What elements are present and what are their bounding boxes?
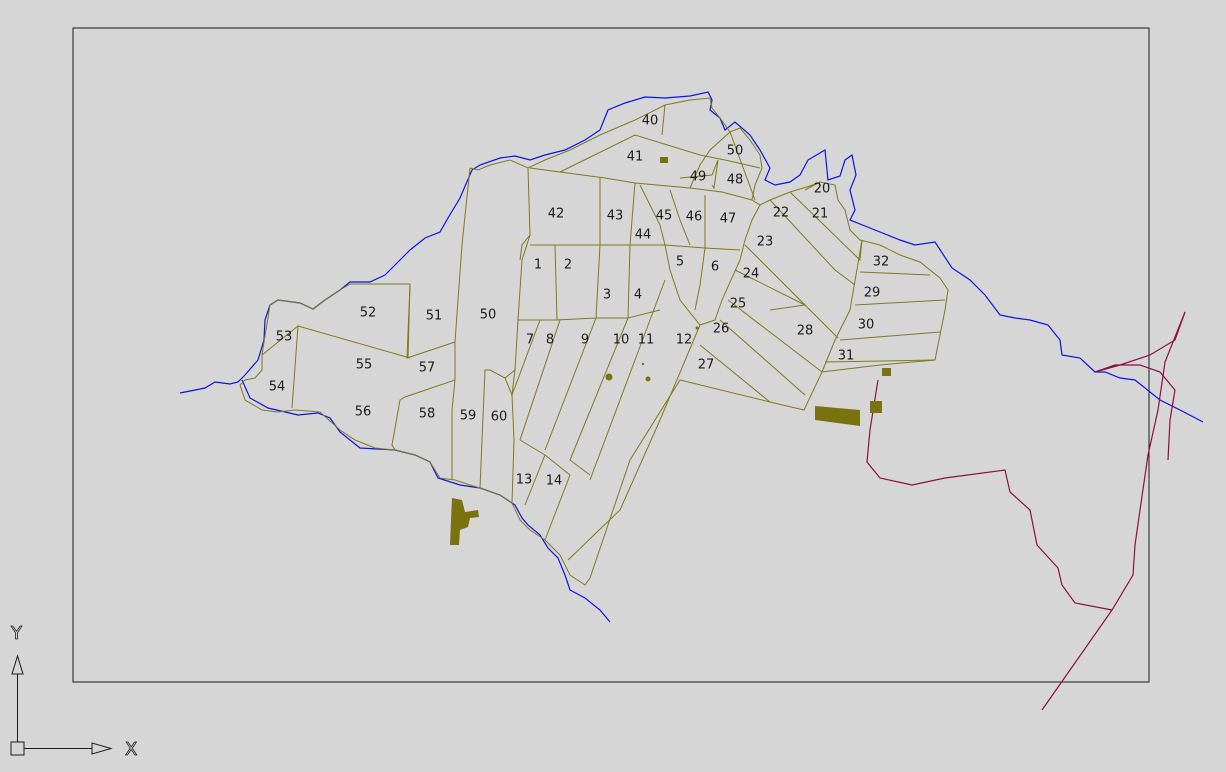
parcel-label-22[interactable]: 22 [773,206,790,221]
parcel-label-53[interactable]: 53 [276,330,293,345]
parcel-label-12[interactable]: 12 [676,333,693,348]
parcel-label-45[interactable]: 45 [656,209,673,224]
parcel-label-56[interactable]: 56 [355,405,372,420]
parcel-label-14[interactable]: 14 [546,474,563,489]
parcel-label-1[interactable]: 1 [534,258,542,273]
parcel-label-57[interactable]: 57 [419,361,436,376]
parcel-label-9[interactable]: 9 [581,333,589,348]
parcel-label-43[interactable]: 43 [607,209,624,224]
parcel-label-13[interactable]: 13 [516,473,533,488]
parcel-label-25[interactable]: 25 [730,297,747,312]
parcel-label-26[interactable]: 26 [713,322,730,337]
parcel-label-40[interactable]: 40 [642,114,659,129]
parcel-label-3[interactable]: 3 [603,288,611,303]
parcel-label-51[interactable]: 51 [426,309,443,324]
parcel-label-58[interactable]: 58 [419,407,436,422]
parcel-label-5[interactable]: 5 [676,255,684,270]
parcel-label-30[interactable]: 30 [858,318,875,333]
parcel-label-59[interactable]: 59 [460,409,477,424]
parcel-label-47[interactable]: 47 [720,212,737,227]
parcel-label-2[interactable]: 2 [564,258,572,273]
ucs-icon [10,654,113,756]
parcel-label-41[interactable]: 41 [627,150,644,165]
parcel-label-27[interactable]: 27 [698,358,715,373]
parcel-label-60[interactable]: 60 [491,410,508,425]
parcel-label-8[interactable]: 8 [546,333,554,348]
parcel-label-24[interactable]: 24 [743,267,760,282]
drawing-frame [72,27,1150,683]
parcel-label-6[interactable]: 6 [711,260,719,275]
road-line-east [1094,311,1186,461]
parcel-label-32[interactable]: 32 [873,255,890,270]
parcel-label-28[interactable]: 28 [797,324,814,339]
river-line [179,91,1204,423]
road-line [1041,311,1186,711]
ucs-x-label: X [125,739,137,760]
parcel-label-52[interactable]: 52 [360,306,377,321]
parcel-label-7[interactable]: 7 [526,333,534,348]
parcel-label-10[interactable]: 10 [613,333,630,348]
parcel-label-50-north[interactable]: 50 [727,144,744,159]
parcel-label-46[interactable]: 46 [686,210,703,225]
parcel-label-4[interactable]: 4 [634,288,642,303]
parcel-label-31[interactable]: 31 [838,349,855,364]
parcel-label-44[interactable]: 44 [635,228,652,243]
parcel-label-50[interactable]: 50 [480,308,497,323]
parcel-label-20[interactable]: 20 [814,182,831,197]
ucs-y-label: Y [10,623,23,644]
parcel-label-48[interactable]: 48 [727,173,744,188]
road-line-branch [866,379,1113,611]
parcel-label-11[interactable]: 11 [638,333,655,348]
parcel-label-54[interactable]: 54 [269,380,286,395]
parcel-label-21[interactable]: 21 [812,207,829,222]
parcel-label-49[interactable]: 49 [690,170,707,185]
parcel-label-55[interactable]: 55 [356,358,373,373]
parcel-label-42[interactable]: 42 [548,207,565,222]
map-canvas[interactable]: 1 2 3 4 5 6 7 8 9 10 11 12 13 14 20 21 2… [0,0,1226,772]
parcel-label-23[interactable]: 23 [757,235,774,250]
parcel-label-29[interactable]: 29 [864,286,881,301]
